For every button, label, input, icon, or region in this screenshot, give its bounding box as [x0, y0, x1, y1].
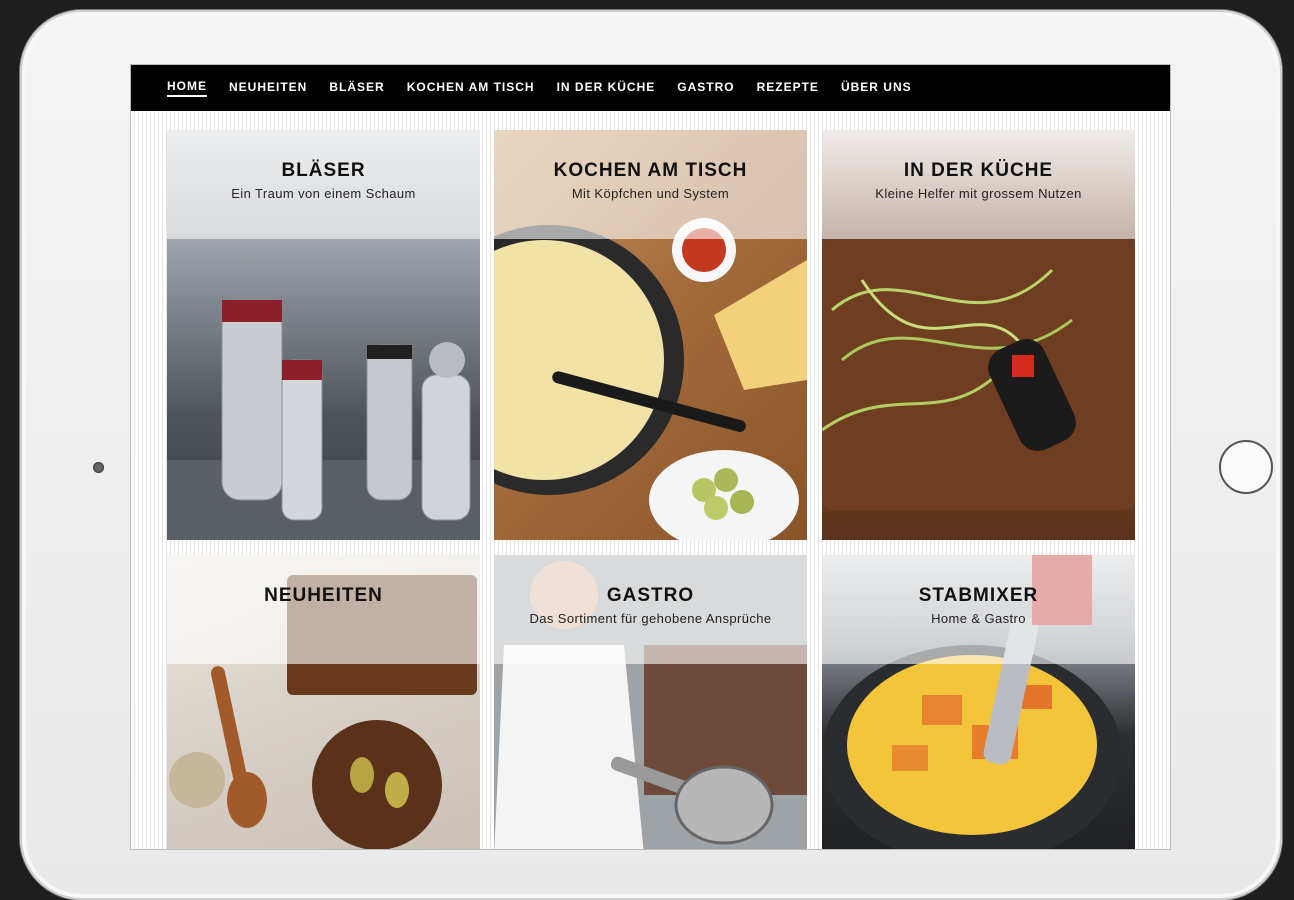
tile-subtitle: Ein Traum von einem Schaum — [231, 186, 416, 201]
top-navigation: HOME NEUHEITEN BLÄSER KOCHEN AM TISCH IN… — [131, 65, 1170, 111]
tile-neuheiten[interactable]: NEUHEITEN — [167, 555, 480, 849]
tile-kochen-am-tisch[interactable]: KOCHEN AM TISCH Mit Köpfchen und System — [494, 130, 807, 540]
tile-title: KOCHEN AM TISCH — [553, 160, 748, 181]
nav-item-rezepte[interactable]: REZEPTE — [757, 80, 819, 96]
home-button-icon[interactable] — [1219, 440, 1273, 494]
tile-blaeser[interactable]: BLÄSER Ein Traum von einem Schaum — [167, 130, 480, 540]
tile-overlay — [822, 555, 1135, 664]
tile-title: BLÄSER — [281, 160, 366, 181]
tile-title: STABMIXER — [918, 585, 1039, 606]
tile-title: NEUHEITEN — [264, 585, 383, 606]
tile-overlay — [494, 555, 807, 664]
nav-item-gastro[interactable]: GASTRO — [677, 80, 734, 96]
tile-overlay — [167, 555, 480, 664]
swiss-cross-icon — [1012, 355, 1034, 377]
tile-in-der-kueche[interactable]: IN DER KÜCHE Kleine Helfer mit grossem N… — [822, 130, 1135, 540]
tile-stabmixer[interactable]: STABMIXER Home & Gastro — [822, 555, 1135, 849]
tile-overlay — [494, 130, 807, 239]
tile-subtitle: Das Sortiment für gehobene Ansprüche — [529, 611, 772, 626]
tile-gastro[interactable]: GASTRO Das Sortiment für gehobene Ansprü… — [494, 555, 807, 849]
tile-subtitle: Kleine Helfer mit grossem Nutzen — [875, 186, 1082, 201]
nav-item-home[interactable]: HOME — [167, 79, 207, 97]
tile-title: GASTRO — [606, 585, 695, 606]
tile-title: IN DER KÜCHE — [903, 160, 1054, 181]
front-camera-icon — [93, 462, 104, 473]
tile-overlay — [822, 130, 1135, 239]
browser-screen: HOME NEUHEITEN BLÄSER KOCHEN AM TISCH IN… — [131, 65, 1170, 849]
nav-item-neuheiten[interactable]: NEUHEITEN — [229, 80, 307, 96]
nav-item-blaeser[interactable]: BLÄSER — [329, 80, 384, 96]
tile-subtitle: Mit Köpfchen und System — [571, 186, 730, 201]
tile-overlay — [167, 130, 480, 239]
nav-item-in-der-kueche[interactable]: IN DER KÜCHE — [557, 80, 656, 96]
tile-subtitle: Home & Gastro — [931, 611, 1026, 626]
nav-item-ueber-uns[interactable]: ÜBER UNS — [841, 80, 912, 96]
nav-item-kochen-am-tisch[interactable]: KOCHEN AM TISCH — [407, 80, 535, 96]
